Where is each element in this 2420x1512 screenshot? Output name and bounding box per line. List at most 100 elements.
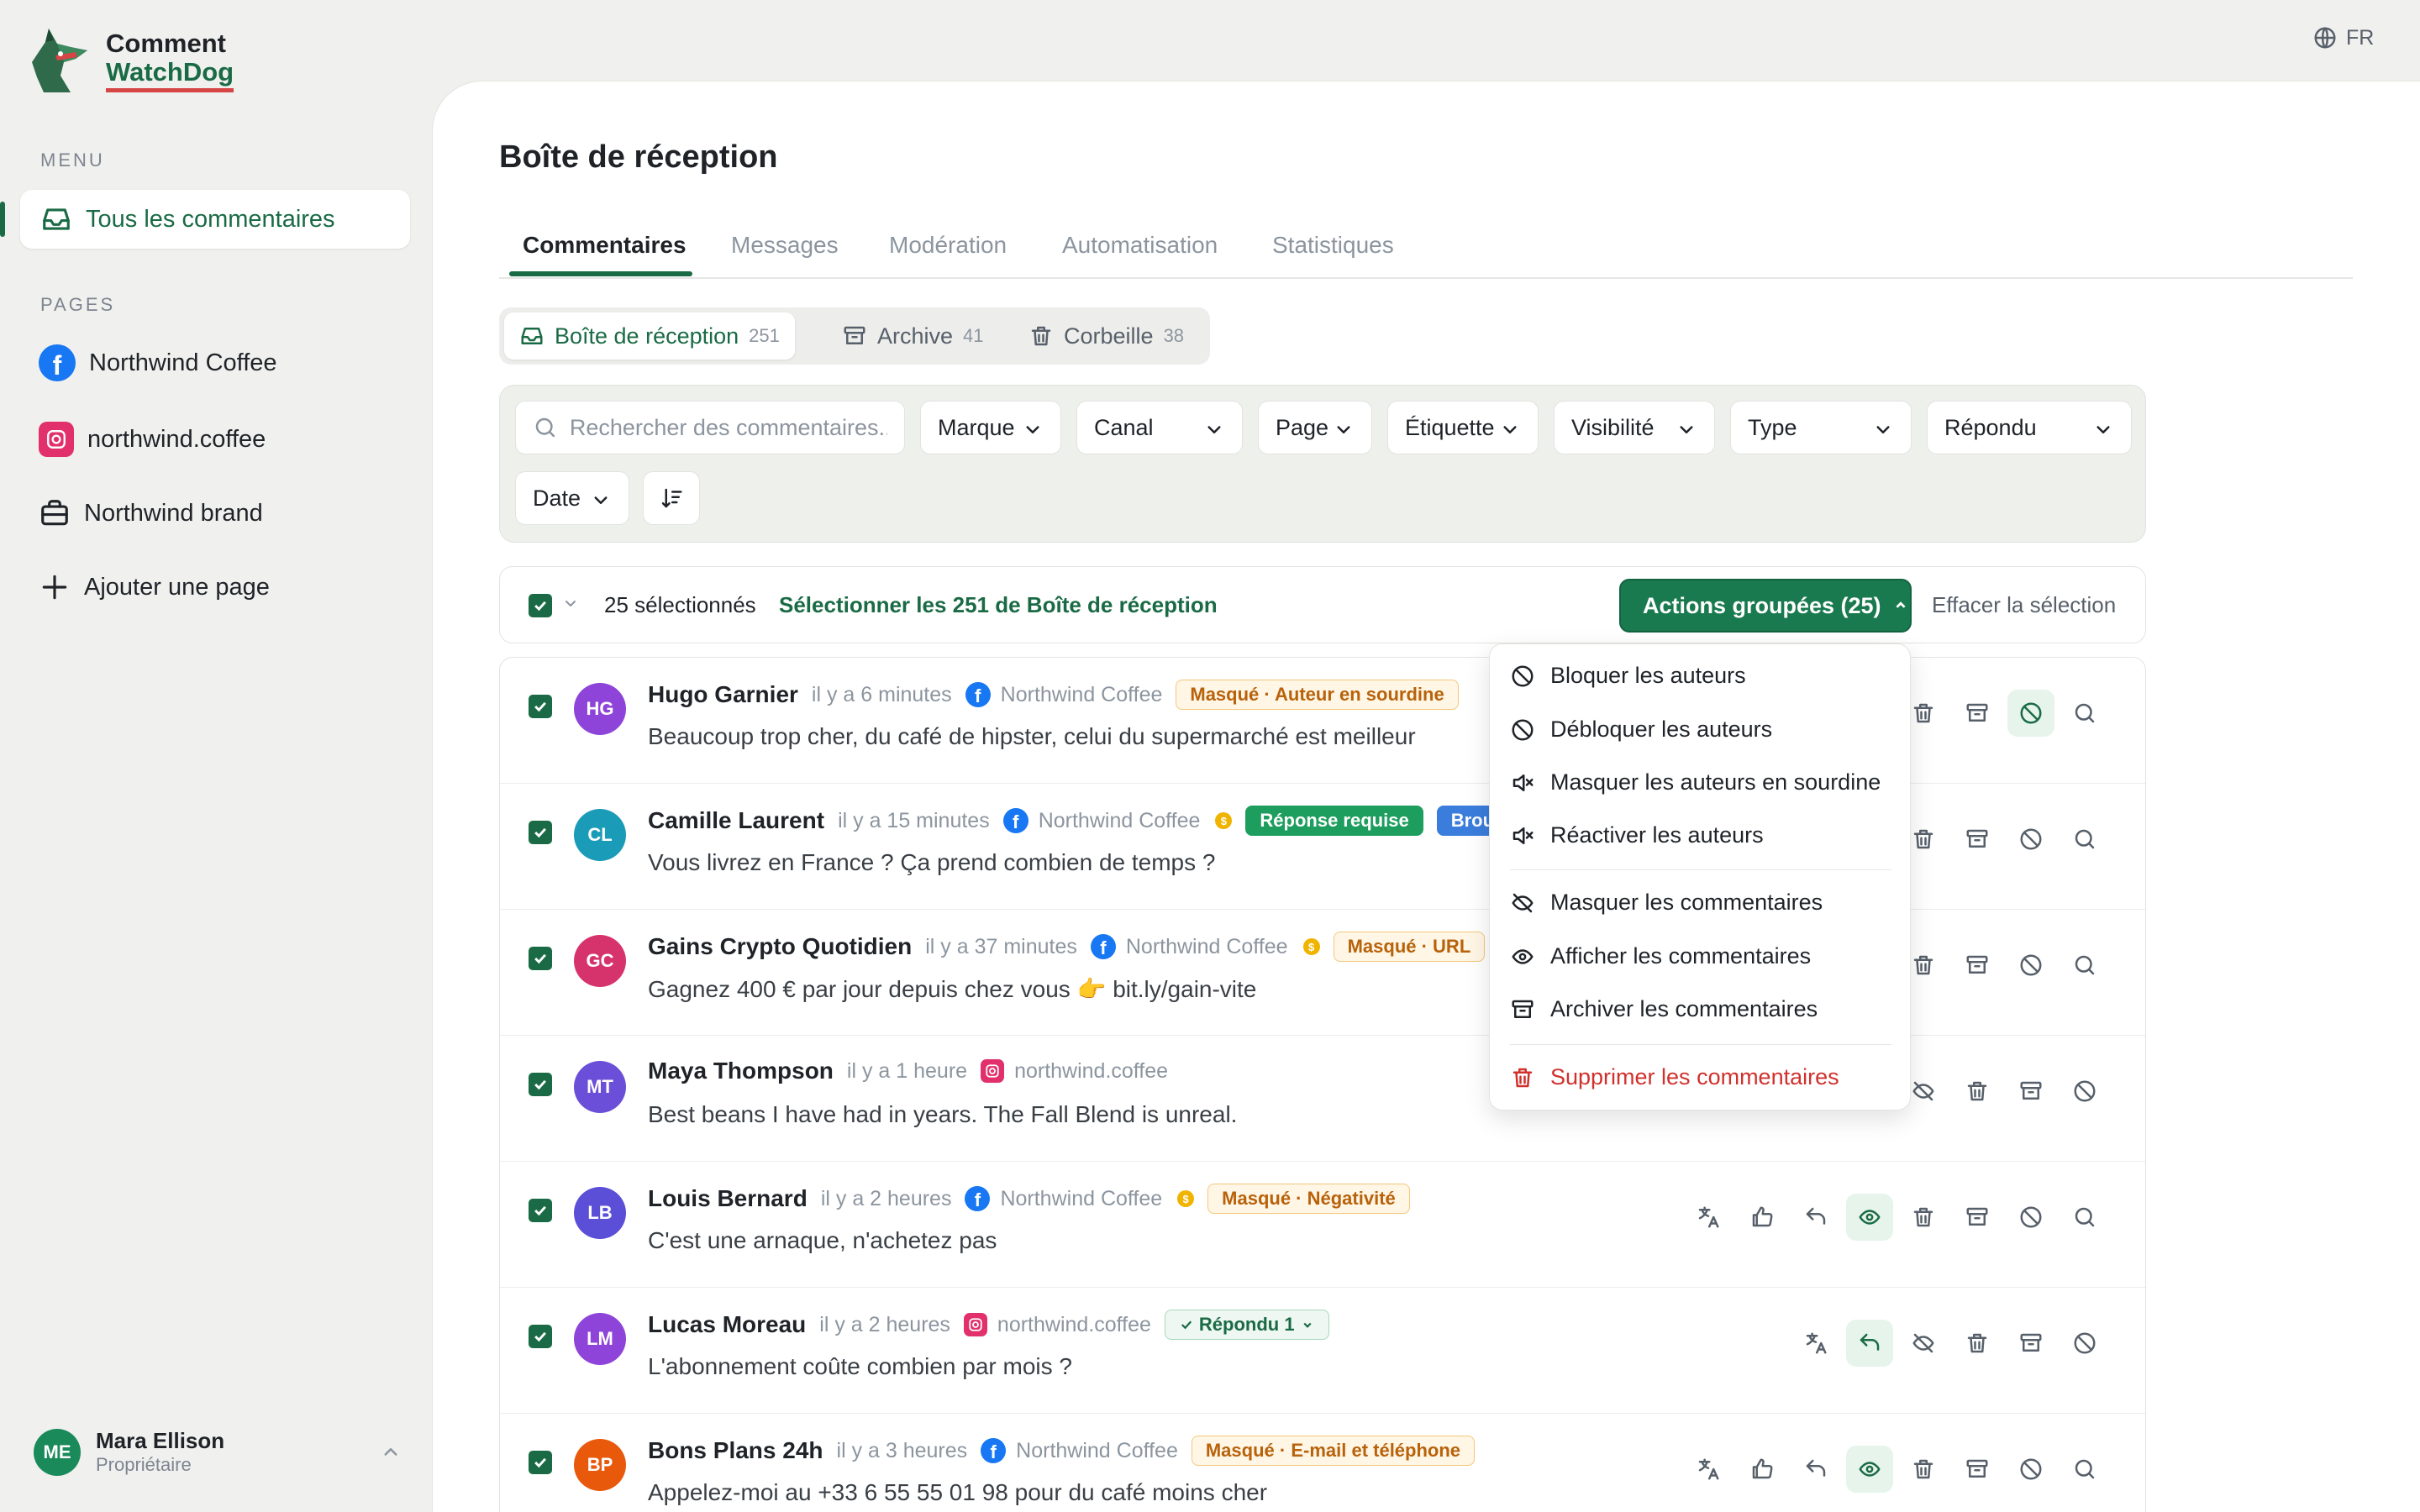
menu-delete-comments[interactable]: Supprimer les commentaires (1510, 1064, 1839, 1090)
tab-moderation[interactable]: Modération (889, 232, 1007, 259)
clear-selection-link[interactable]: Effacer la sélection (1932, 592, 2116, 618)
comment-author[interactable]: Gains Crypto Quotidien (648, 933, 912, 960)
filter-channel[interactable]: Canal (1076, 401, 1243, 454)
row-checkbox[interactable] (529, 1325, 552, 1348)
menu-unblock-authors[interactable]: Débloquer les auteurs (1510, 717, 1772, 743)
row-checkbox[interactable] (529, 1451, 552, 1474)
search-button[interactable] (2061, 816, 2108, 863)
add-page-button[interactable]: Ajouter une page (39, 571, 270, 603)
segment-archive[interactable]: Archive 41 (827, 312, 999, 360)
eye-button[interactable] (1846, 1446, 1893, 1493)
row-checkbox[interactable] (529, 695, 552, 718)
sidebar-page-brand[interactable]: Northwind brand (39, 497, 263, 529)
chevron-down-icon (1876, 426, 1890, 433)
block-button[interactable] (2061, 1068, 2108, 1115)
tab-messages[interactable]: Messages (731, 232, 839, 259)
comment-author[interactable]: Bons Plans 24h (648, 1437, 823, 1464)
reply-button[interactable] (1792, 1194, 1839, 1241)
filter-visibility[interactable]: Visibilité (1554, 401, 1715, 454)
comment-source: f Northwind Coffee (981, 1438, 1178, 1463)
row-checkbox[interactable] (529, 1073, 552, 1096)
archive-button[interactable] (1954, 1446, 2001, 1493)
reply-button[interactable] (1846, 1320, 1893, 1367)
block-button[interactable] (2007, 1446, 2054, 1493)
status-badge[interactable]: Répondu 1 (1164, 1310, 1329, 1340)
row-checkbox[interactable] (529, 821, 552, 844)
tab-automation[interactable]: Automatisation (1062, 232, 1218, 259)
filter-date[interactable]: Date (515, 471, 629, 525)
archive-button[interactable] (2007, 1068, 2054, 1115)
comment-author[interactable]: Maya Thompson (648, 1058, 834, 1084)
block-button[interactable] (2007, 690, 2054, 737)
select-all-checkbox[interactable] (529, 594, 552, 617)
comment-source: f Northwind Coffee (1090, 934, 1288, 959)
menu-mute-authors[interactable]: Masquer les auteurs en sourdine (1510, 769, 1881, 795)
archive-button[interactable] (2007, 1320, 2054, 1367)
row-checkbox[interactable] (529, 1199, 552, 1222)
search-button[interactable] (2061, 690, 2108, 737)
segment-trash[interactable]: Corbeille 38 (1013, 312, 1199, 360)
menu-archive-comments[interactable]: Archiver les commentaires (1510, 996, 1818, 1022)
filter-replied[interactable]: Répondu (1927, 401, 2132, 454)
comment-source: f Northwind Coffee (1002, 808, 1200, 833)
archive-button[interactable] (1954, 942, 2001, 989)
chevron-down-icon[interactable] (560, 593, 581, 613)
search-button[interactable] (2061, 1446, 2108, 1493)
archive-button[interactable] (1954, 1194, 2001, 1241)
comment-author[interactable]: Hugo Garnier (648, 681, 798, 708)
filter-label-dropdown[interactable]: Étiquette (1387, 401, 1539, 454)
search-button[interactable] (2061, 942, 2108, 989)
sidebar-page-facebook[interactable]: f Northwind Coffee (39, 344, 277, 381)
search-button[interactable] (2061, 1194, 2108, 1241)
segment-inbox[interactable]: Boîte de réception 251 (504, 312, 795, 360)
translate-button[interactable] (1685, 1194, 1732, 1241)
filter-type[interactable]: Type (1730, 401, 1912, 454)
tab-comments[interactable]: Commentaires (523, 232, 687, 259)
app-logo[interactable]: Comment WatchDog (27, 25, 234, 96)
sort-button[interactable] (643, 471, 700, 525)
language-switcher[interactable]: FR (2312, 25, 2374, 50)
comment-time: il y a 2 heures (820, 1186, 952, 1210)
comment-row[interactable]: LM Lucas Moreau il y a 2 heures northwind.c… (500, 1288, 2145, 1414)
like-button[interactable] (1739, 1446, 1786, 1493)
search-input[interactable]: Rechercher des commentaires... (515, 401, 905, 454)
comment-author[interactable]: Lucas Moreau (648, 1311, 806, 1338)
like-button[interactable] (1739, 1194, 1786, 1241)
comment-author[interactable]: Camille Laurent (648, 807, 824, 834)
segment-count: 38 (1163, 325, 1185, 346)
translate-button[interactable] (1685, 1446, 1732, 1493)
eye-button[interactable] (1846, 1194, 1893, 1241)
block-button[interactable] (2007, 942, 2054, 989)
reply-button[interactable] (1792, 1446, 1839, 1493)
trash-button[interactable] (1954, 1320, 2001, 1367)
menu-show-comments[interactable]: Afficher les commentaires (1510, 943, 1811, 969)
row-checkbox[interactable] (529, 947, 552, 970)
filter-page[interactable]: Page (1258, 401, 1372, 454)
bulk-actions-button[interactable]: Actions groupées (25) (1619, 579, 1912, 633)
comment-author[interactable]: Louis Bernard (648, 1185, 808, 1212)
user-menu[interactable]: ME Mara Ellison Propriétaire (34, 1428, 403, 1476)
comment-row[interactable]: BP Bons Plans 24h il y a 3 heures f Northwin… (500, 1414, 2145, 1512)
segment-count: 41 (963, 325, 984, 346)
trash-button[interactable] (1900, 1194, 1947, 1241)
archive-button[interactable] (1954, 690, 2001, 737)
nav-all-comments[interactable]: Tous les commentaires (0, 190, 410, 249)
translate-button[interactable] (1792, 1320, 1839, 1367)
menu-hide-comments[interactable]: Masquer les commentaires (1510, 890, 1823, 916)
row-actions (1678, 1446, 2108, 1493)
trash-button[interactable] (1900, 1446, 1947, 1493)
eye-off-button[interactable] (1900, 1320, 1947, 1367)
comment-time: il y a 3 heures (836, 1438, 968, 1462)
menu-block-authors[interactable]: Bloquer les auteurs (1510, 663, 1746, 689)
block-button[interactable] (2007, 1194, 2054, 1241)
trash-button[interactable] (1954, 1068, 2001, 1115)
menu-unmute-authors[interactable]: Réactiver les auteurs (1510, 822, 1764, 848)
tab-statistics[interactable]: Statistiques (1272, 232, 1394, 259)
filter-brand[interactable]: Marque (920, 401, 1061, 454)
comment-row[interactable]: LB Louis Bernard il y a 2 heures f Northwind… (500, 1162, 2145, 1288)
sidebar-page-instagram[interactable]: northwind.coffee (39, 422, 266, 457)
select-all-link[interactable]: Sélectionner les 251 de Boîte de récepti… (779, 592, 1218, 618)
block-button[interactable] (2061, 1320, 2108, 1367)
archive-button[interactable] (1954, 816, 2001, 863)
block-button[interactable] (2007, 816, 2054, 863)
